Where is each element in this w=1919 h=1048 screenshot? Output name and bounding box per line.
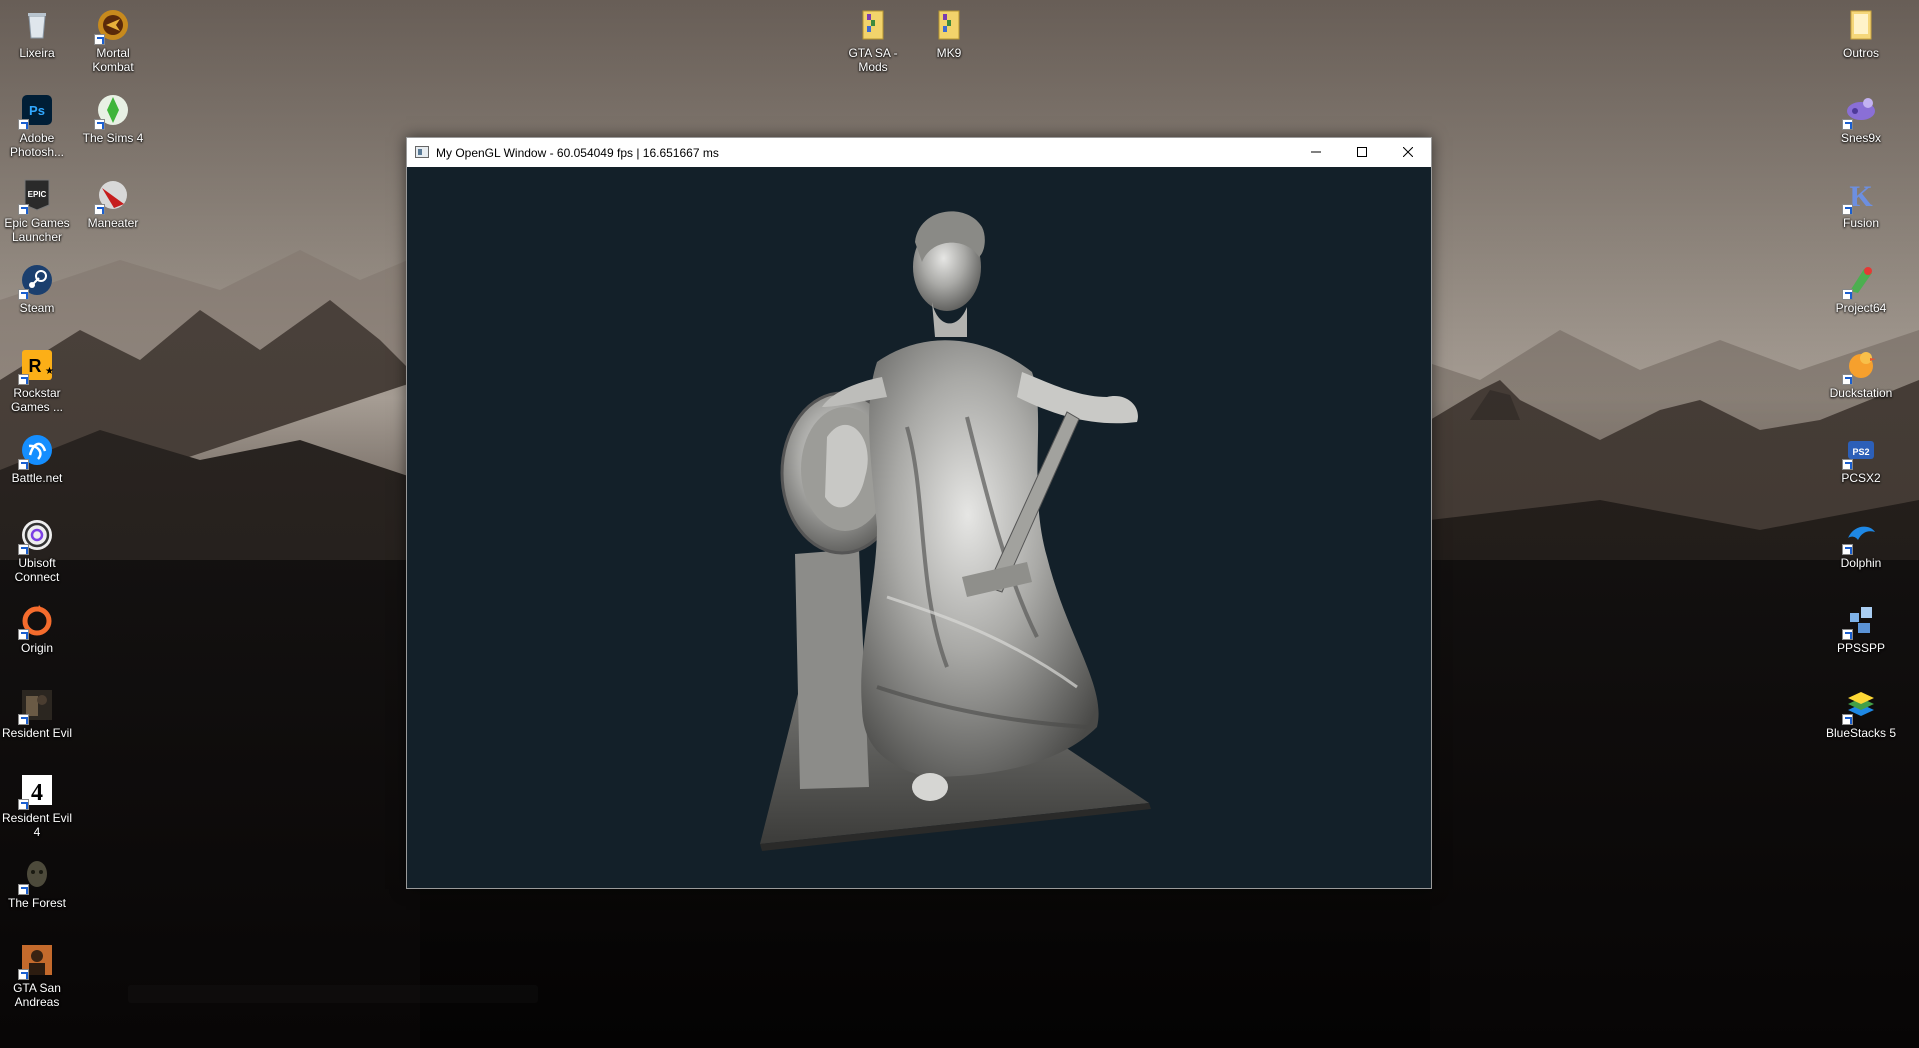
ubisoft-icon xyxy=(18,518,54,555)
desktop-icon-mk9[interactable]: MK9 xyxy=(911,0,987,60)
desktop-icon-label: Steam xyxy=(19,301,55,315)
rockstar-icon: R ★ xyxy=(18,348,54,385)
desktop-icon-label: GTA SA - Mods xyxy=(848,46,898,74)
project64-icon xyxy=(1842,263,1878,300)
desktop-icon-epic[interactable]: EPIC Epic Games Launcher xyxy=(0,170,75,244)
svg-text:Ps: Ps xyxy=(29,103,45,118)
desktop-icon-ppsspp[interactable]: PPSSPP xyxy=(1823,595,1899,655)
dolphin-icon xyxy=(1842,518,1878,555)
desktop-icon-resident-evil-4[interactable]: 4 Resident Evil 4 xyxy=(0,765,75,839)
bluestacks-icon xyxy=(1842,688,1878,725)
desktop-icon-bluestacks[interactable]: BlueStacks 5 xyxy=(1823,680,1899,740)
app-window-icon xyxy=(415,146,429,158)
desktop-icon-gta-sa[interactable]: GTA San Andreas xyxy=(0,935,75,1009)
epic-games-icon: EPIC xyxy=(18,178,54,215)
desktop-icon-snes9x[interactable]: Snes9x xyxy=(1823,85,1899,145)
desktop-icon-label: PPSSPP xyxy=(1836,641,1886,655)
resident-evil-4-icon: 4 xyxy=(18,773,54,810)
desktop-icon-photoshop[interactable]: Ps Adobe Photosh... xyxy=(0,85,75,159)
desktop-icon-label: Snes9x xyxy=(1840,131,1882,145)
desktop-icon-label: Mortal Kombat xyxy=(92,46,134,74)
desktop-icon-rockstar[interactable]: R ★ Rockstar Games ... xyxy=(0,340,75,414)
desktop-icon-origin[interactable]: Origin xyxy=(0,595,75,655)
desktop-icon-outros[interactable]: Outros xyxy=(1823,0,1899,60)
fusion-icon: K xyxy=(1842,178,1878,215)
pcsx2-icon: PS2 xyxy=(1842,433,1878,470)
close-button[interactable] xyxy=(1385,138,1431,167)
ppsspp-icon xyxy=(1842,603,1878,640)
desktop-icon-label: Lixeira xyxy=(19,46,55,60)
desktop-icon-ubisoft[interactable]: Ubisoft Connect xyxy=(0,510,75,584)
desktop-icon-label: Dolphin xyxy=(1840,556,1882,570)
origin-icon xyxy=(18,603,54,640)
steam-icon xyxy=(18,263,54,300)
photoshop-icon: Ps xyxy=(18,93,54,130)
svg-text:★: ★ xyxy=(45,366,54,377)
recycle-bin-icon xyxy=(20,8,54,42)
desktop-icon-pcsx2[interactable]: PS2 PCSX2 xyxy=(1823,425,1899,485)
desktop-icon-project64[interactable]: Project64 xyxy=(1823,255,1899,315)
desktop-icon-label: Project64 xyxy=(1835,301,1887,315)
statue-model xyxy=(760,211,1151,851)
desktop-icon-label: GTA San Andreas xyxy=(13,981,61,1009)
svg-text:4: 4 xyxy=(31,780,43,806)
desktop-icon-steam[interactable]: Steam xyxy=(0,255,75,315)
desktop-icon-label: Rockstar Games ... xyxy=(10,386,63,414)
folder-archive-icon xyxy=(856,8,890,42)
folder-archive-icon xyxy=(932,8,966,42)
window-titlebar[interactable]: My OpenGL Window - 60.054049 fps | 16.65… xyxy=(407,138,1431,167)
opengl-window[interactable]: My OpenGL Window - 60.054049 fps | 16.65… xyxy=(406,137,1432,889)
desktop-icon-lixeira[interactable]: Lixeira xyxy=(0,0,75,60)
desktop-icon-label: MK9 xyxy=(936,46,962,60)
window-title: My OpenGL Window - 60.054049 fps | 16.65… xyxy=(436,146,719,160)
svg-text:EPIC: EPIC xyxy=(28,190,47,199)
minimize-icon xyxy=(1311,151,1321,153)
desktop-icon-label: Resident Evil xyxy=(1,726,73,740)
sims-icon xyxy=(94,93,130,130)
desktop-icon-label: BlueStacks 5 xyxy=(1825,726,1897,740)
maneater-icon xyxy=(94,178,130,215)
desktop-icon-label: Resident Evil 4 xyxy=(1,811,73,839)
desktop-icon-duckstation[interactable]: Duckstation xyxy=(1823,340,1899,400)
svg-text:PS2: PS2 xyxy=(1852,447,1869,457)
desktop-icon-label: Maneater xyxy=(87,216,139,230)
desktop-icon-label: Duckstation xyxy=(1829,386,1893,400)
desktop-icon-battlenet[interactable]: Battle.net xyxy=(0,425,75,485)
desktop-icon-label: The Sims 4 xyxy=(82,131,144,145)
desktop-icon-label: Ubisoft Connect xyxy=(14,556,60,584)
desktop-icon-label: Epic Games Launcher xyxy=(4,216,70,244)
gta-sa-icon xyxy=(18,943,54,980)
duckstation-icon xyxy=(1842,348,1878,385)
desktop-icon-the-forest[interactable]: The Forest xyxy=(0,850,75,910)
desktop-icon-label: Outros xyxy=(1842,46,1879,60)
desktop-icon-fusion[interactable]: K Fusion xyxy=(1823,170,1899,230)
folder-icon xyxy=(1844,8,1878,42)
close-icon xyxy=(1402,146,1414,158)
desktop-icon-label: PCSX2 xyxy=(1841,471,1881,485)
statue-throne xyxy=(795,549,869,789)
maximize-button[interactable] xyxy=(1339,138,1385,167)
desktop-icon-label: Origin xyxy=(20,641,53,655)
desktop-icon-sims[interactable]: The Sims 4 xyxy=(75,85,151,145)
desktop-icon-mortal-kombat[interactable]: Mortal Kombat xyxy=(75,0,151,74)
opengl-viewport[interactable] xyxy=(407,167,1431,888)
snes9x-icon xyxy=(1842,93,1878,130)
desktop-icon-dolphin[interactable]: Dolphin xyxy=(1823,510,1899,570)
mortal-kombat-icon xyxy=(94,8,130,45)
desktop-icon-label: Adobe Photosh... xyxy=(9,131,65,159)
desktop-faint-bar xyxy=(128,985,538,1003)
svg-text:R: R xyxy=(29,356,42,376)
desktop-icon-label: Battle.net xyxy=(11,471,63,485)
desktop-icon-label: The Forest xyxy=(7,896,67,910)
the-forest-icon xyxy=(18,858,54,895)
desktop-icon-maneater[interactable]: Maneater xyxy=(75,170,151,230)
desktop-icon-gta-sa-mods[interactable]: GTA SA - Mods xyxy=(835,0,911,74)
resident-evil-icon xyxy=(18,688,54,725)
desktop-icon-label: Fusion xyxy=(1842,216,1880,230)
maximize-icon xyxy=(1357,147,1367,157)
minimize-button[interactable] xyxy=(1293,138,1339,167)
desktop-icon-resident-evil[interactable]: Resident Evil xyxy=(0,680,75,740)
battlenet-icon xyxy=(18,433,54,470)
statue-foot xyxy=(912,773,948,801)
